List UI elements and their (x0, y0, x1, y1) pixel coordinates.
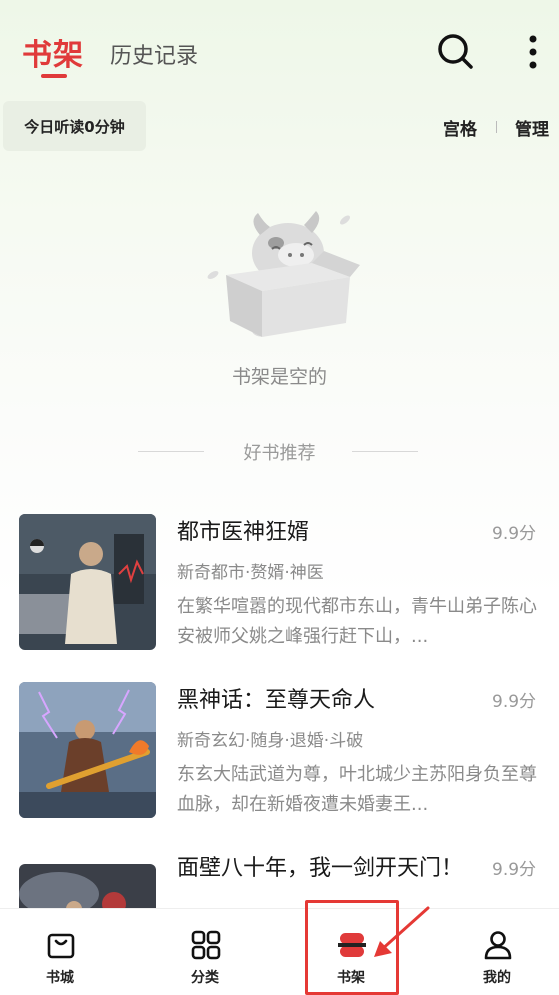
divider (496, 121, 497, 133)
active-tab-indicator (41, 74, 67, 78)
book-score: 9.9分 (492, 692, 537, 712)
nav-item-profile[interactable]: 我的 (452, 909, 542, 995)
recommend-section-title: 好书推荐 (243, 443, 316, 464)
user-icon (484, 931, 512, 960)
more-options-button[interactable] (518, 30, 548, 74)
book-score: 9.9分 (492, 860, 537, 880)
nav-label: 书架 (337, 970, 365, 986)
bookshelf-icon (338, 933, 366, 957)
empty-shelf-message: 书架是空的 (231, 366, 327, 388)
top-header: 书架 历史记录 (0, 0, 559, 100)
book-tags: 新奇玄幻·随身·退婚·斗破 (177, 731, 364, 751)
book-title: 都市医神狂婿 (177, 520, 310, 545)
bottom-navigation: 书城 分类 书架 我的 (0, 908, 559, 995)
manage-button[interactable]: 管理 (515, 115, 549, 140)
divider (352, 451, 418, 452)
book-card[interactable]: 黑神话：至尊天命人 9.9分 新奇玄幻·随身·退婚·斗破 东玄大陆武道为尊，叶北… (0, 682, 559, 822)
annotation-arrow-icon (374, 906, 430, 957)
grid-icon (191, 930, 221, 960)
more-vertical-icon (529, 35, 537, 69)
empty-shelf-illustration (200, 205, 360, 345)
book-title: 面壁八十年，我一剑开天门！ (177, 856, 464, 881)
bag-icon (47, 933, 75, 959)
book-title: 黑神话：至尊天命人 (177, 688, 376, 713)
nav-item-category[interactable]: 分类 (160, 909, 250, 995)
nav-label: 分类 (191, 970, 219, 986)
tab-bookshelf[interactable]: 书架 (22, 30, 84, 74)
nav-item-bookstore[interactable]: 书城 (15, 909, 105, 995)
book-description: 东玄大陆武道为尊，叶北城少主苏阳身负至尊血脉，却在新婚夜遭未婚妻王... (177, 764, 537, 815)
grid-view-button[interactable]: 宫格 (443, 115, 477, 140)
today-listen-chip[interactable]: 今日听读0分钟 (3, 101, 146, 151)
book-cover-image (19, 514, 156, 650)
book-card[interactable]: 都市医神狂婿 9.9分 新奇都市·赘婿·神医 在繁华喧嚣的现代都市东山，青牛山弟… (0, 514, 559, 654)
book-description: 在繁华喧嚣的现代都市东山，青牛山弟子陈心安被师父姚之峰强行赶下山，... (177, 596, 537, 647)
book-score: 9.9分 (492, 524, 537, 544)
nav-label: 书城 (46, 970, 74, 986)
search-icon (438, 34, 473, 69)
book-tags: 新奇都市·赘婿·神医 (177, 563, 324, 583)
tab-history[interactable]: 历史记录 (110, 38, 198, 70)
search-button[interactable] (434, 30, 478, 74)
nav-label: 我的 (483, 970, 511, 986)
book-cover-image (19, 682, 156, 818)
